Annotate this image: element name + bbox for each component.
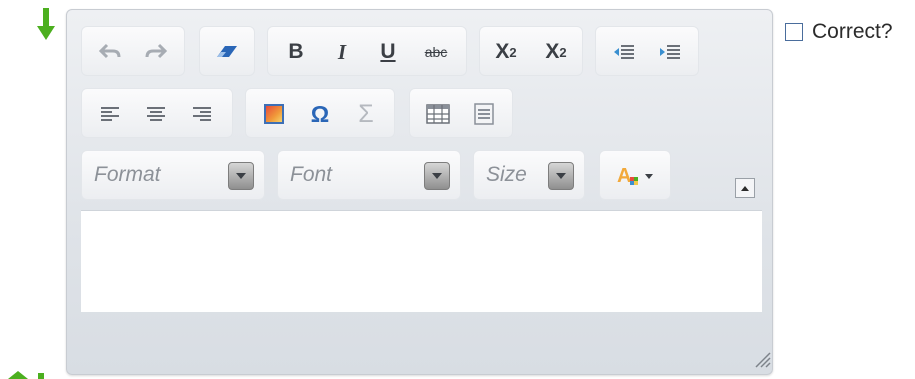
align-right-icon <box>193 107 211 121</box>
subscript-base: X <box>495 40 510 63</box>
text-color-button[interactable]: A <box>608 160 664 192</box>
align-center-icon <box>147 107 165 121</box>
horizontal-rule-button[interactable] <box>468 98 500 130</box>
strikethrough-label: abc <box>424 44 448 60</box>
chevron-down-icon <box>432 173 442 179</box>
align-group <box>81 88 233 138</box>
size-combo[interactable]: Size <box>473 150 585 200</box>
resize-grip-icon[interactable] <box>753 350 771 368</box>
size-combo-label: Size <box>486 163 527 186</box>
svg-text:A: A <box>617 165 631 187</box>
format-combo[interactable]: Format <box>81 150 265 200</box>
subscript-mark: 2 <box>509 44 517 60</box>
bold-button[interactable]: B <box>280 36 312 68</box>
text-color-icon: A <box>617 165 653 187</box>
move-up-arrow-icon[interactable] <box>4 370 52 379</box>
italic-label: I <box>337 39 347 64</box>
align-left-icon <box>101 107 119 121</box>
indent-button[interactable] <box>654 36 686 68</box>
omega-icon: Ω <box>310 100 330 127</box>
subscript-button[interactable]: X2 <box>490 36 522 68</box>
chevron-down-icon <box>556 173 566 179</box>
script-group: X2 X2 <box>479 26 583 76</box>
align-center-button[interactable] <box>140 98 172 130</box>
superscript-mark: 2 <box>559 44 567 60</box>
font-dropdown-button[interactable] <box>424 162 450 190</box>
math-button[interactable]: Σ <box>350 98 382 130</box>
toolbar-collapse-button[interactable] <box>735 178 755 198</box>
underline-label: U <box>380 40 396 63</box>
underline-button[interactable]: U <box>372 36 404 68</box>
eraser-icon <box>217 46 237 57</box>
editor-content-area[interactable] <box>81 210 762 312</box>
font-combo[interactable]: Font <box>277 150 461 200</box>
special-char-button[interactable]: Ω <box>304 98 336 130</box>
rich-text-editor: B I U abc X2 X2 Ω Σ Format Font Size A <box>66 9 773 375</box>
correct-option: Correct? <box>785 20 893 44</box>
align-left-button[interactable] <box>94 98 126 130</box>
size-dropdown-button[interactable] <box>548 162 574 190</box>
horizontal-rule-icon <box>474 103 494 125</box>
table-group <box>409 88 513 138</box>
sigma-icon: Σ <box>358 99 374 128</box>
superscript-base: X <box>545 40 560 63</box>
redo-button[interactable] <box>140 36 172 68</box>
undo-button[interactable] <box>94 36 126 68</box>
font-combo-label: Font <box>290 163 333 186</box>
basic-styles-group: B I U abc <box>267 26 467 76</box>
italic-button[interactable]: I <box>326 36 358 68</box>
image-icon <box>264 104 284 124</box>
bold-label: B <box>288 40 304 63</box>
table-button[interactable] <box>422 98 454 130</box>
indent-icon <box>660 45 680 59</box>
indent-group <box>595 26 699 76</box>
outdent-button[interactable] <box>608 36 640 68</box>
remove-format-button[interactable] <box>211 36 243 68</box>
eraser-group <box>199 26 255 76</box>
format-combo-label: Format <box>94 163 161 186</box>
correct-checkbox[interactable] <box>785 23 803 41</box>
strikethrough-button[interactable]: abc <box>420 36 452 68</box>
history-group <box>81 26 185 76</box>
chevron-down-icon <box>236 173 246 179</box>
correct-label: Correct? <box>812 20 893 43</box>
insert-group: Ω Σ <box>245 88 395 138</box>
move-down-arrow-icon[interactable] <box>36 6 56 42</box>
image-button[interactable] <box>258 98 290 130</box>
text-color-group: A <box>599 150 671 200</box>
superscript-button[interactable]: X2 <box>540 36 572 68</box>
triangle-up-icon <box>741 185 749 191</box>
outdent-icon <box>614 45 634 59</box>
redo-icon <box>145 43 167 59</box>
undo-icon <box>99 43 121 59</box>
table-icon <box>426 104 450 124</box>
format-dropdown-button[interactable] <box>228 162 254 190</box>
align-right-button[interactable] <box>186 98 218 130</box>
